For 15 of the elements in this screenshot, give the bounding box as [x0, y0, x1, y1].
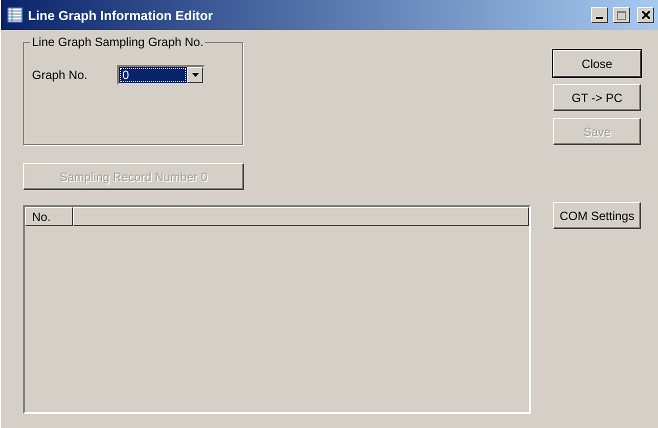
dialog-button[interactable]: Close — [553, 50, 641, 77]
maximize-icon — [617, 10, 626, 20]
maximize-button[interactable] — [613, 7, 630, 23]
dialog-button[interactable]: GT -> PC — [553, 84, 641, 111]
graph-combo[interactable]: 0 — [117, 65, 206, 85]
group-label: Line Graph Sampling Graph No. — [31, 35, 204, 49]
minimize-button[interactable] — [591, 7, 608, 23]
window-title: Line Graph Information Editor — [28, 8, 214, 22]
column-header[interactable]: No. — [25, 207, 73, 226]
close-button[interactable] — [637, 7, 654, 23]
field-label: Graph No. — [32, 68, 88, 82]
close-icon — [642, 11, 650, 19]
grid-icon — [7, 7, 23, 23]
caret-icon — [192, 73, 199, 77]
settings-button[interactable]: COM Settings — [553, 202, 641, 229]
